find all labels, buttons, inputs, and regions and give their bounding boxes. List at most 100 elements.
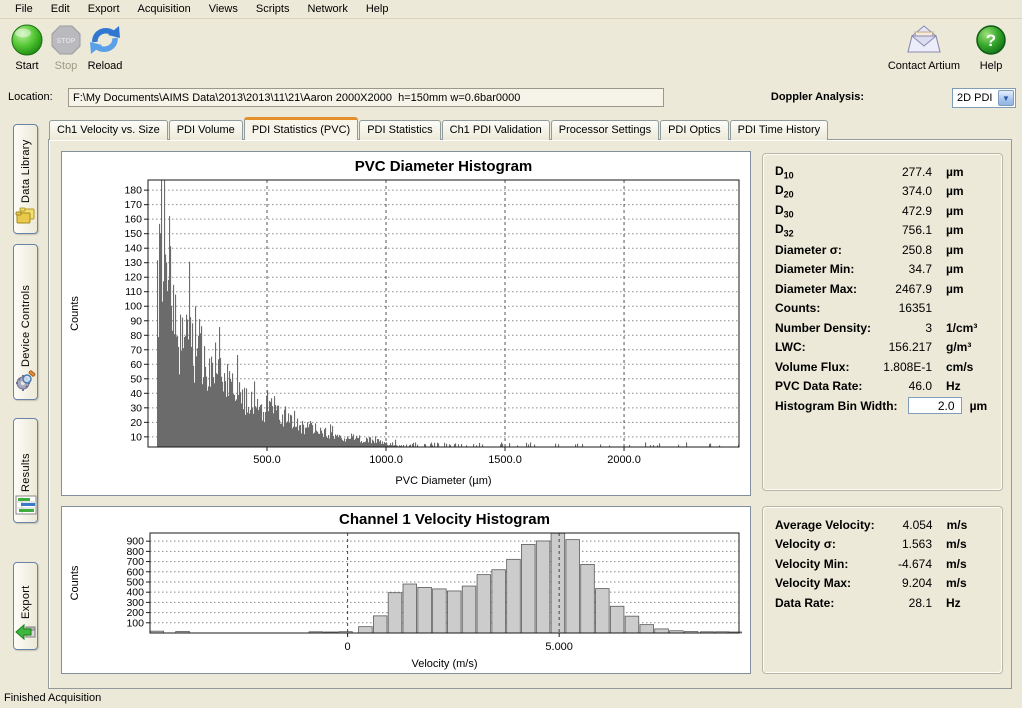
tab-processor-settings[interactable]: Processor Settings: [551, 120, 659, 140]
tab-ch1-pdi-validation[interactable]: Ch1 PDI Validation: [442, 120, 550, 140]
stat-row: Velocity Min:-4.674m/s: [775, 554, 994, 574]
stat-label: D30: [775, 203, 874, 219]
svg-text:160: 160: [124, 214, 142, 226]
stat-row: Number Density:31/cm³: [775, 318, 994, 338]
svg-text:5.000: 5.000: [545, 641, 573, 653]
stat-value: 374.0: [874, 184, 940, 198]
stat-label: Counts:: [775, 301, 874, 315]
help-button[interactable]: ? Help: [974, 22, 1008, 72]
stop-button[interactable]: STOP Stop: [48, 22, 84, 72]
stat-row: LWC:156.217g/m³: [775, 338, 994, 358]
reload-button[interactable]: Reload: [86, 22, 124, 72]
svg-text:STOP: STOP: [57, 38, 76, 45]
svg-text:20: 20: [130, 417, 142, 429]
tab-pdi-optics[interactable]: PDI Optics: [660, 120, 729, 140]
menu-item-network[interactable]: Network: [298, 1, 356, 17]
svg-text:100: 100: [126, 617, 144, 629]
svg-text:1500.0: 1500.0: [488, 454, 522, 466]
start-icon: [8, 22, 46, 58]
stat-label: Velocity σ:: [775, 537, 874, 551]
reload-button-label: Reload: [86, 60, 124, 72]
svg-text:180: 180: [124, 185, 142, 197]
stat-row: Diameter Min:34.7µm: [775, 260, 994, 280]
sidebar-item-label: Data Library: [20, 131, 32, 203]
svg-text:Counts: Counts: [69, 296, 81, 331]
stat-label: Volume Flux:: [775, 360, 874, 374]
gears-icon: [15, 370, 37, 395]
menu-item-file[interactable]: File: [6, 1, 42, 17]
pvc-diameter-histogram-chart: PVC Diameter Histogram102030405060708090…: [62, 152, 750, 495]
svg-text:130: 130: [124, 257, 142, 269]
stat-unit: µm: [940, 184, 994, 198]
menu-bar: FileEditExportAcquisitionViewsScriptsNet…: [0, 0, 1022, 19]
stat-row: D30472.9µm: [775, 201, 994, 221]
stat-unit: m/s: [941, 518, 995, 532]
sidebar-item-label: Device Controls: [20, 251, 32, 367]
svg-text:10: 10: [130, 431, 142, 443]
stat-row: Diameter σ:250.8µm: [775, 240, 994, 260]
stat-label: Histogram Bin Width:: [775, 399, 898, 413]
sidebar-item-data-library[interactable]: Data Library: [13, 124, 38, 234]
contact-artium-label: Contact Artium: [888, 60, 960, 72]
stat-value: 2467.9: [874, 282, 940, 296]
stat-row: Average Velocity:4.054m/s: [775, 515, 994, 535]
stat-value: 3: [874, 321, 940, 335]
menu-item-acquisition[interactable]: Acquisition: [129, 1, 200, 17]
stat-row: Velocity σ:1.563m/s: [775, 535, 994, 555]
svg-text:140: 140: [124, 243, 142, 255]
tab-bar: Ch1 Velocity vs. SizePDI VolumePDI Stati…: [49, 118, 829, 140]
menu-item-export[interactable]: Export: [79, 1, 129, 17]
stat-row: Counts:16351: [775, 299, 994, 319]
stat-label: Data Rate:: [775, 596, 874, 610]
menu-item-edit[interactable]: Edit: [42, 1, 79, 17]
sidebar-item-export[interactable]: Export: [13, 562, 38, 650]
location-input[interactable]: [68, 88, 664, 107]
stat-value: 1.563: [874, 537, 940, 551]
menu-item-scripts[interactable]: Scripts: [247, 1, 299, 17]
stat-label: D10: [775, 164, 874, 180]
toolbar: Start STOP Stop Reload: [0, 20, 1022, 84]
stat-value: 156.217: [874, 340, 940, 354]
stat-unit: 1/cm³: [940, 321, 994, 335]
start-button[interactable]: Start: [8, 22, 46, 72]
tab-pdi-statistics-pvc[interactable]: PDI Statistics (PVC): [244, 117, 358, 140]
stat-unit: m/s: [940, 537, 994, 551]
doppler-analysis-dropdown[interactable]: 2D PDI ▼: [952, 88, 1016, 108]
stat-value: 28.1: [874, 596, 940, 610]
contact-artium-button[interactable]: Contact Artium: [888, 22, 960, 72]
svg-text:1000.0: 1000.0: [369, 454, 403, 466]
tab-pdi-statistics[interactable]: PDI Statistics: [359, 120, 440, 140]
svg-text:PVC Diameter Histogram: PVC Diameter Histogram: [355, 158, 533, 175]
sidebar-item-device-controls[interactable]: Device Controls: [13, 244, 38, 400]
stat-unit: µm: [964, 399, 1018, 413]
stat-row: D32756.1µm: [775, 221, 994, 241]
stat-label: D32: [775, 222, 874, 238]
menu-item-help[interactable]: Help: [357, 1, 398, 17]
velocity-statistics-panel: Average Velocity:4.054m/sVelocity σ:1.56…: [762, 506, 1003, 674]
stat-value: 277.4: [874, 165, 940, 179]
sidebar-item-results[interactable]: Results: [13, 418, 38, 523]
chevron-down-icon[interactable]: ▼: [998, 90, 1014, 106]
svg-text:500.0: 500.0: [253, 454, 281, 466]
bin-width-input[interactable]: [908, 397, 962, 414]
svg-text:150: 150: [124, 228, 142, 240]
tab-ch1-velocity-vs-size[interactable]: Ch1 Velocity vs. Size: [49, 120, 168, 140]
stop-button-label: Stop: [48, 60, 84, 72]
sidebar: Data Library Device Controls Results Export: [0, 114, 48, 690]
tab-pdi-volume[interactable]: PDI Volume: [169, 120, 243, 140]
stat-row: PVC Data Rate:46.0Hz: [775, 377, 994, 397]
stat-unit: g/m³: [940, 340, 994, 354]
velocity-histogram-panel: Channel 1 Velocity Histogram100200300400…: [61, 506, 751, 674]
svg-text:200: 200: [126, 607, 144, 619]
tab-pdi-time-history[interactable]: PDI Time History: [730, 120, 829, 140]
svg-text:100: 100: [124, 301, 142, 313]
stat-row: D10277.4µm: [775, 162, 994, 182]
stat-label: Velocity Min:: [775, 557, 874, 571]
stat-label: Number Density:: [775, 321, 874, 335]
status-bar: Finished Acquisition: [0, 690, 1022, 708]
menu-item-views[interactable]: Views: [200, 1, 247, 17]
stat-row: Velocity Max:9.204m/s: [775, 574, 994, 594]
svg-text:PVC Diameter (µm): PVC Diameter (µm): [395, 475, 491, 487]
stat-label: Velocity Max:: [775, 576, 874, 590]
stat-row: Volume Flux:1.808E-1cm/s: [775, 357, 994, 377]
